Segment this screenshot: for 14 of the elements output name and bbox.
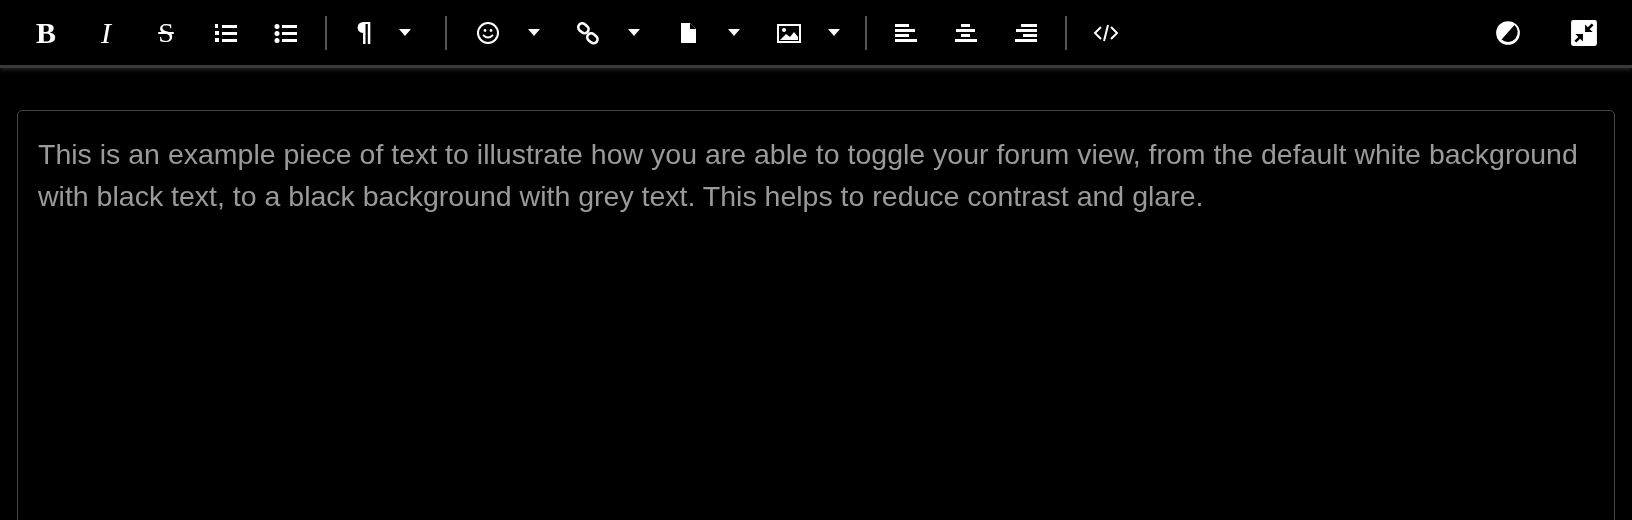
italic-button[interactable]: I: [76, 10, 136, 55]
strikethrough-icon: S: [158, 18, 174, 47]
smiley-icon: [476, 19, 502, 46]
editor-text: This is an example piece of text to illustrate how you are able to toggle your forum view, from the default white background with black text, to a black background with grey text. This helps to reduce contrast and glare.: [38, 137, 1579, 214]
bold-button[interactable]: B: [16, 10, 76, 55]
paragraph-button[interactable]: ¶: [336, 10, 436, 55]
text-editor[interactable]: [17, 110, 1615, 520]
paragraph-icon: ¶: [356, 19, 373, 46]
bold-icon: B: [36, 17, 56, 48]
collapse-icon: [1570, 18, 1598, 47]
strikethrough-button[interactable]: S: [136, 10, 196, 55]
contrast-icon: [1494, 18, 1522, 47]
italic-icon: I: [101, 17, 111, 48]
link-icon: [576, 19, 602, 46]
